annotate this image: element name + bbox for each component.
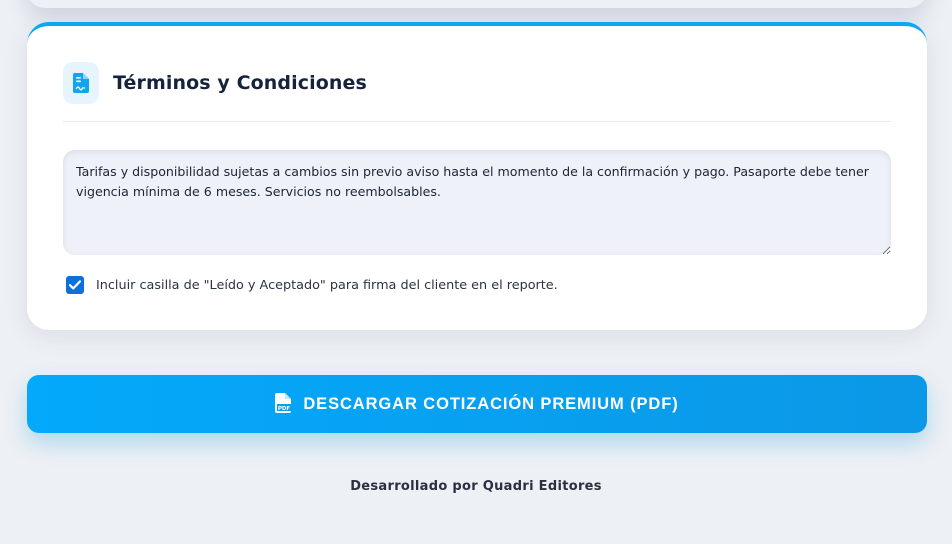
download-pdf-button[interactable]: PDF DESCARGAR COTIZACIÓN PREMIUM (PDF) bbox=[27, 375, 927, 433]
file-pdf-icon: PDF bbox=[275, 392, 292, 416]
terms-card: Términos y Condiciones Tarifas y disponi… bbox=[27, 22, 927, 330]
download-pdf-label: DESCARGAR COTIZACIÓN PREMIUM (PDF) bbox=[303, 394, 679, 413]
accept-checkbox-row[interactable]: Incluir casilla de "Leído y Aceptado" pa… bbox=[66, 276, 558, 294]
previous-card-edge bbox=[27, 0, 927, 8]
accept-checkbox-label: Incluir casilla de "Leído y Aceptado" pa… bbox=[96, 277, 558, 293]
file-contract-icon bbox=[63, 62, 99, 104]
accept-checkbox[interactable] bbox=[66, 276, 84, 294]
terms-textarea[interactable]: Tarifas y disponibilidad sujetas a cambi… bbox=[63, 150, 891, 255]
terms-title: Términos y Condiciones bbox=[113, 72, 367, 94]
terms-card-header: Términos y Condiciones bbox=[63, 62, 891, 122]
checkmark-icon bbox=[69, 280, 81, 290]
footer-credit: Desarrollado por Quadri Editores bbox=[350, 479, 602, 494]
svg-text:PDF: PDF bbox=[278, 406, 291, 412]
page: Términos y Condiciones Tarifas y disponi… bbox=[0, 0, 952, 544]
